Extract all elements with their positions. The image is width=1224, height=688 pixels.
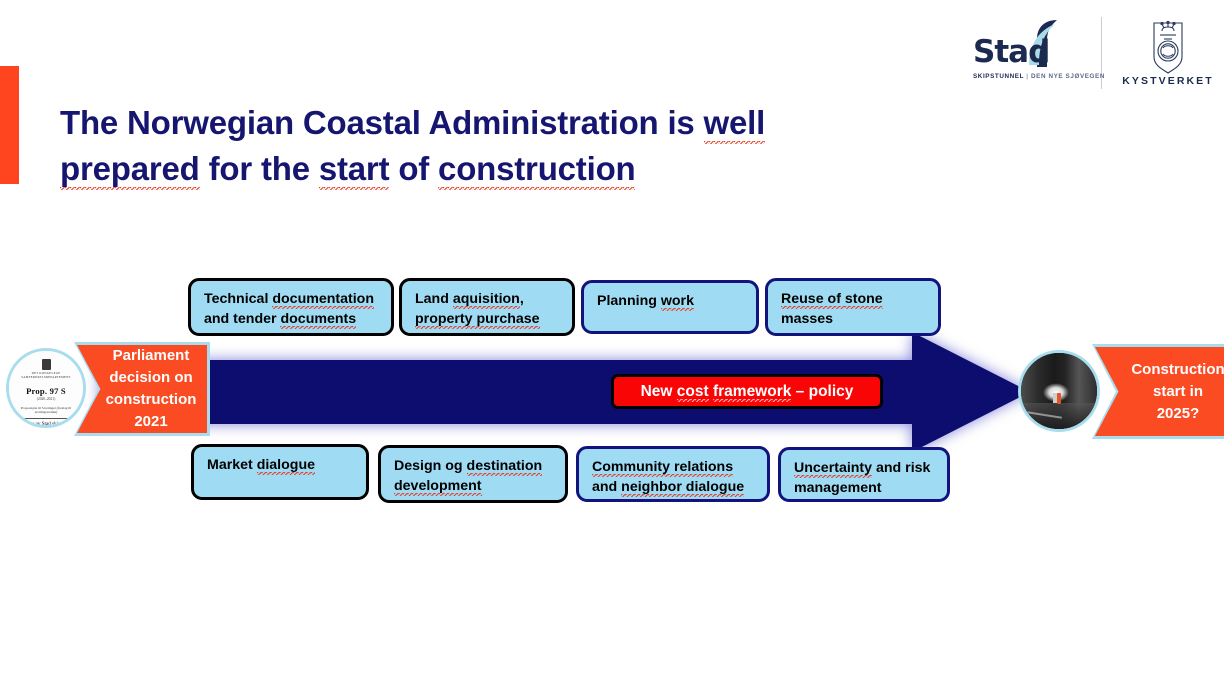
process-timeline-arrow bbox=[100, 332, 1030, 452]
task-box-design-og-destination-development-line-0: Design og destination bbox=[394, 456, 565, 476]
page-title-line2-mid: for the bbox=[199, 150, 319, 188]
kystverket-logo: KYSTVERKET bbox=[1120, 17, 1216, 89]
new-cost-framework-banner: New cost framework – policy bbox=[611, 374, 883, 409]
task-box-planning-work-seg-0-1: work bbox=[660, 293, 694, 311]
task-box-reuse-of-stone-masses-line-1: masses bbox=[781, 309, 938, 329]
construction-label-line-1: start in bbox=[1152, 382, 1203, 400]
task-box-design-og-destination-development[interactable]: Design og destination development bbox=[378, 445, 568, 503]
task-box-technical-documentation-line-1: and tender documents bbox=[204, 309, 391, 329]
stad-wordmark: Stad bbox=[973, 34, 1050, 70]
norway-crest-icon bbox=[41, 359, 51, 370]
task-box-design-og-destination-development-seg-0-0: Design og bbox=[394, 458, 467, 474]
task-box-design-og-destination-development-seg-1-0: development bbox=[394, 478, 482, 496]
task-box-community-relations-and-neighbor-dialogue-line-0: Community relations bbox=[592, 457, 767, 477]
task-box-market-dialogue-seg-0-0: Market bbox=[207, 457, 257, 473]
stad-tagline: SKIPSTUNNEL | DEN NYE SJØVEGEN bbox=[973, 73, 1105, 80]
task-box-uncertainty-and-risk-management[interactable]: Uncertainty and risk management bbox=[778, 447, 950, 502]
doc-years: (2020–2021) bbox=[36, 396, 56, 401]
proposition-document-thumbnail: DET KONGELEGE SAMFERDSELSDEPARTEMENT Pro… bbox=[9, 351, 83, 425]
page-title-flagged-prepared: prepared bbox=[60, 150, 200, 191]
construction-start-label: Construction start in 2025? bbox=[1092, 344, 1224, 439]
left-accent-bar bbox=[0, 66, 19, 184]
policy-text-c: – policy bbox=[791, 382, 854, 400]
task-box-technical-documentation-line-0: Technical documentation bbox=[204, 289, 391, 309]
task-box-planning-work[interactable]: Planning work bbox=[581, 280, 759, 334]
construction-label-line-2: 2025? bbox=[1156, 404, 1200, 422]
page-title-flagged-start: start bbox=[318, 150, 390, 191]
task-box-technical-documentation-seg-1-0: and tender bbox=[204, 311, 281, 327]
task-box-uncertainty-and-risk-management-line-1: management bbox=[794, 478, 947, 498]
policy-text-a: New bbox=[640, 382, 677, 400]
task-box-community-relations-and-neighbor-dialogue-line-1: and neighbor dialogue bbox=[592, 477, 767, 497]
task-box-market-dialogue[interactable]: Market dialogue bbox=[191, 444, 369, 500]
kystverket-crest-icon bbox=[1153, 20, 1183, 74]
task-box-community-relations-and-neighbor-dialogue[interactable]: Community relations and neighbor dialogue bbox=[576, 446, 770, 502]
task-box-land-aquisition-seg-0-2: , bbox=[519, 291, 524, 307]
doc-prop-number: Prop. 97 S bbox=[26, 385, 66, 396]
doc-ministry: DET KONGELEGE SAMFERDSELSDEPARTEMENT bbox=[9, 371, 83, 380]
construction-label-line-0: Construction bbox=[1131, 360, 1224, 378]
parliament-label-line-1: decision on bbox=[109, 369, 193, 386]
task-box-reuse-of-stone-masses-seg-1-0: masses bbox=[781, 311, 834, 327]
page-title-flagged-well: well bbox=[703, 104, 765, 145]
page-title: The Norwegian Coastal Administration is … bbox=[60, 100, 940, 192]
parliament-label-line-2: construction bbox=[105, 391, 197, 408]
task-box-uncertainty-and-risk-management-seg-0-1: and risk bbox=[872, 460, 931, 476]
task-box-market-dialogue-line-0: Market dialogue bbox=[207, 455, 366, 475]
parliament-label-line-0: Parliament bbox=[112, 347, 190, 364]
stad-tagline-divider: | bbox=[1026, 73, 1029, 80]
task-box-uncertainty-and-risk-management-seg-0-0: Uncertainty bbox=[794, 460, 873, 478]
task-box-planning-work-line-0: Planning work bbox=[597, 291, 756, 311]
kystverket-wordmark: KYSTVERKET bbox=[1122, 75, 1214, 87]
stad-skipstunnel-logo: Stad SKIPSTUNNEL | DEN NYE SJØVEGEN bbox=[971, 17, 1104, 89]
task-box-land-aquisition-line-0: Land aquisition, bbox=[415, 289, 572, 309]
task-box-reuse-of-stone-masses-line-0: Reuse of stone bbox=[781, 289, 938, 309]
task-box-land-aquisition-line-1: property purchase bbox=[415, 309, 572, 329]
task-box-uncertainty-and-risk-management-line-0: Uncertainty and risk bbox=[794, 458, 947, 478]
task-box-land-aquisition-seg-1-0: property purchase bbox=[415, 311, 540, 329]
task-box-community-relations-and-neighbor-dialogue-seg-1-1: neighbor dialogue bbox=[621, 479, 745, 497]
task-box-technical-documentation-seg-0-0: Technical bbox=[204, 291, 273, 307]
task-box-reuse-of-stone-masses-seg-0-1: stone bbox=[844, 291, 883, 309]
doc-ministry-line2: SAMFERDSELSDEPARTEMENT bbox=[21, 375, 71, 380]
task-box-reuse-of-stone-masses-seg-0-0: Reuse of bbox=[781, 291, 845, 309]
task-box-design-og-destination-development-line-1: development bbox=[394, 476, 565, 496]
stad-tagline-main: SKIPSTUNNEL bbox=[973, 73, 1024, 80]
tunnel-worker bbox=[1057, 392, 1061, 404]
parliament-label-line-3: 2021 bbox=[134, 413, 168, 430]
task-box-market-dialogue-seg-0-1: dialogue bbox=[256, 457, 316, 475]
tunnel-interior-photo bbox=[1021, 353, 1097, 429]
task-box-planning-work-seg-0-0: Planning bbox=[597, 293, 661, 309]
parliament-decision-label: Parliament decision on construction 2021 bbox=[74, 342, 210, 436]
page-title-line2-mid2: of bbox=[389, 150, 439, 188]
doc-rule-top bbox=[14, 418, 78, 419]
stad-tagline-sub: DEN NYE SJØVEGEN bbox=[1031, 73, 1106, 80]
task-box-technical-documentation-seg-1-1: documents bbox=[280, 311, 357, 329]
policy-flagged-framework: framework bbox=[712, 382, 792, 402]
doc-main-title: Bygging av Stad skipstunnel bbox=[16, 421, 76, 428]
task-box-community-relations-and-neighbor-dialogue-seg-1-0: and bbox=[592, 479, 622, 495]
page-title-line1: The Norwegian Coastal Administration is bbox=[60, 104, 704, 142]
task-box-technical-documentation-seg-0-1: documentation bbox=[272, 291, 375, 309]
task-box-land-aquisition[interactable]: Land aquisition, property purchase bbox=[399, 278, 575, 336]
task-box-technical-documentation[interactable]: Technical documentation and tender docume… bbox=[188, 278, 394, 336]
task-box-design-og-destination-development-seg-0-1: destination bbox=[466, 458, 543, 476]
tunnel-photo-circle bbox=[1018, 350, 1100, 432]
task-box-reuse-of-stone-masses[interactable]: Reuse of stone masses bbox=[765, 278, 941, 336]
page-title-flagged-construction: construction bbox=[438, 150, 636, 191]
doc-ministry-line1: DET KONGELEGE bbox=[31, 371, 61, 375]
task-box-uncertainty-and-risk-management-seg-1-0: management bbox=[794, 480, 882, 496]
policy-flagged-cost: cost bbox=[676, 382, 709, 402]
task-box-land-aquisition-seg-0-0: Land bbox=[415, 291, 453, 307]
doc-subtitle: Proposisjon til Stortinget (forslag til … bbox=[20, 405, 72, 415]
logo-area: Stad SKIPSTUNNEL | DEN NYE SJØVEGEN KYST… bbox=[971, 14, 1216, 92]
task-box-land-aquisition-seg-0-1: aquisition bbox=[452, 291, 520, 309]
task-box-community-relations-and-neighbor-dialogue-seg-0-0: Community relations bbox=[592, 459, 734, 477]
